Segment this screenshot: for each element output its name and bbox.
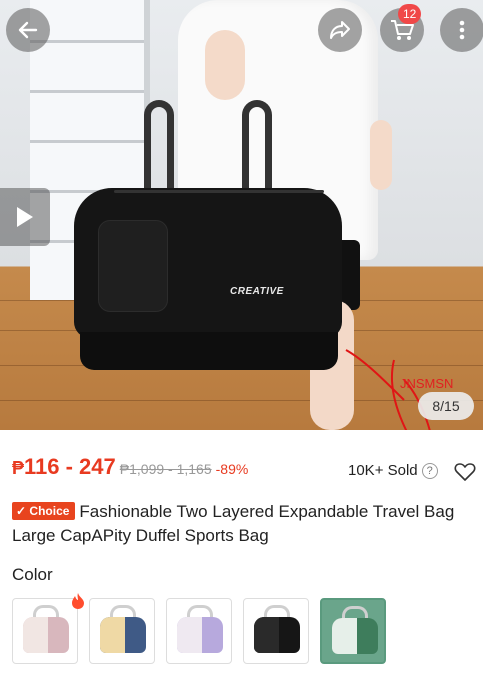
check-icon: ✓	[16, 504, 27, 518]
more-options-button[interactable]	[440, 8, 483, 52]
product-image[interactable]: CREATIVE JNSMSN 8/15	[0, 0, 483, 430]
model-arm	[370, 120, 392, 190]
original-price: ₱1,099 - 1,165	[119, 461, 212, 477]
color-option-purple[interactable]	[166, 598, 232, 664]
swatch-bag-thumbnail	[177, 617, 223, 653]
swatch-bag-thumbnail	[100, 617, 146, 653]
choice-badge: ✓ Choice	[12, 502, 76, 520]
bag-zipper	[114, 190, 324, 193]
more-vertical-icon	[459, 20, 465, 40]
price-range: ₱116 - 247	[12, 454, 116, 480]
model-hand	[205, 30, 245, 100]
swatch-bag-thumbnail	[23, 617, 69, 653]
bag-expand-layer	[80, 332, 338, 370]
color-swatches	[12, 593, 482, 664]
share-icon	[330, 21, 350, 39]
product-title-block: ✓ Choice Fashionable Two Layered Expandab…	[12, 500, 474, 548]
discount-badge: -89%	[215, 461, 249, 477]
sold-count-text: 10K+ Sold	[348, 462, 418, 479]
back-button[interactable]	[6, 8, 50, 52]
play-video-button[interactable]	[0, 188, 50, 246]
swatch-bag-thumbnail	[332, 618, 378, 654]
wishlist-heart-icon[interactable]	[454, 462, 476, 482]
color-option-black[interactable]	[243, 598, 309, 664]
swatch-bag-panel	[332, 618, 358, 654]
cart-count-badge: 12	[398, 4, 422, 24]
image-counter: 8/15	[418, 392, 474, 420]
swatch-bag-panel	[23, 617, 49, 653]
currency-symbol: ₱	[12, 458, 25, 478]
color-option-green[interactable]	[320, 598, 386, 664]
price-value: 116 - 247	[24, 454, 116, 479]
swatch-bag-thumbnail	[254, 617, 300, 653]
bag-logo: CREATIVE	[230, 286, 284, 297]
back-arrow-icon	[18, 21, 38, 39]
bag-front-pocket	[98, 220, 168, 312]
product-title: Fashionable Two Layered Expandable Trave…	[12, 502, 455, 545]
sold-count[interactable]: 10K+ Sold ?	[348, 462, 438, 479]
share-button[interactable]	[318, 8, 362, 52]
duffel-bag: CREATIVE	[74, 100, 342, 375]
color-option-pink[interactable]	[12, 598, 78, 664]
color-section-label: Color	[12, 565, 53, 584]
watermark-text: JNSMSN	[400, 376, 454, 391]
choice-label: Choice	[29, 504, 70, 518]
swatch-bag-panel	[254, 617, 280, 653]
help-icon: ?	[421, 462, 438, 479]
swatch-bag-panel	[100, 617, 126, 653]
hot-flame-icon	[72, 593, 84, 609]
play-icon	[17, 207, 33, 227]
floor-board	[0, 400, 483, 401]
swatch-bag-panel	[177, 617, 203, 653]
color-option-navy-yellow[interactable]	[89, 598, 155, 664]
